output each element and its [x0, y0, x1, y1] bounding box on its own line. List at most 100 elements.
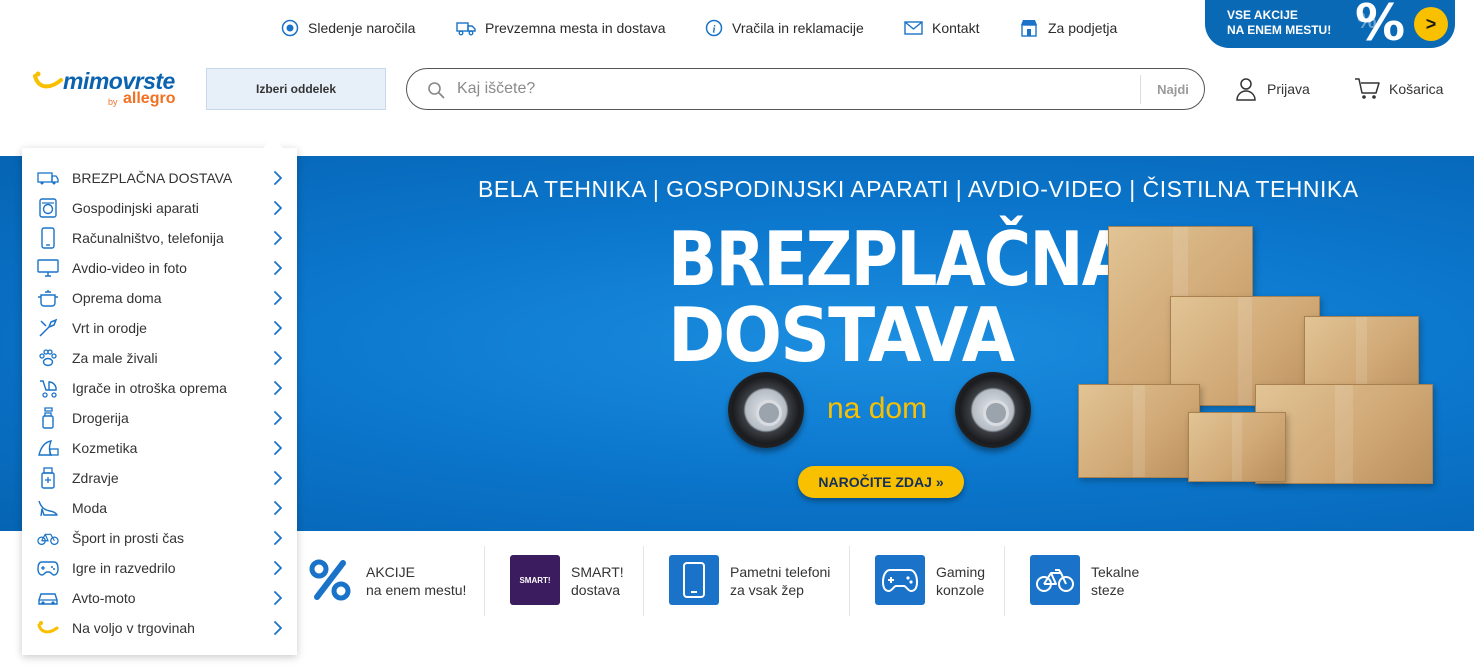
chevron-right-icon [273, 621, 283, 640]
chevron-right-icon [273, 381, 283, 400]
tile-smart-delivery[interactable]: SMART! SMART! dostava [510, 555, 624, 607]
box-image [1188, 412, 1286, 482]
store-logo-icon [37, 617, 59, 639]
search-button[interactable]: Najdi [1141, 69, 1205, 109]
chevron-right-icon [273, 261, 283, 280]
user-icon [1236, 78, 1256, 101]
promo-arrow-button[interactable]: > [1414, 7, 1448, 41]
sidebar-item-label: Drogerija [72, 410, 129, 426]
smartphone-icon [669, 555, 719, 605]
cart-link[interactable]: Košarica [1354, 76, 1443, 102]
sidebar-item-label: Za male živali [72, 350, 158, 366]
tile-gaming-consoles[interactable]: Gaming konzole [875, 555, 985, 607]
sidebar-item-label: Vrt in orodje [72, 320, 147, 336]
pot-icon [37, 287, 59, 309]
high-heel-icon [37, 497, 59, 519]
sidebar-item-label: Avdio-video in foto [72, 260, 187, 276]
car-icon [37, 587, 59, 609]
chevron-right-icon [273, 171, 283, 190]
chevron-right-icon [273, 531, 283, 550]
tile-deals-line2: na enem mestu! [366, 582, 467, 598]
bicycle-icon [1030, 555, 1080, 605]
sidebar-item-monitor[interactable]: Avdio-video in foto [22, 253, 297, 283]
tools-icon [37, 317, 59, 339]
sidebar-item-pot[interactable]: Oprema doma [22, 283, 297, 313]
tile-smartphones[interactable]: Pametni telefoni za vsak žep [669, 555, 830, 607]
gamepad-icon [37, 557, 59, 579]
for-business-label: Za podjetja [1048, 20, 1118, 36]
sidebar-item-label: Gospodinjski aparati [72, 200, 199, 216]
paw-icon [37, 347, 59, 369]
tile-gaming-line2: konzole [936, 582, 985, 598]
tile-deals-line1: AKCIJE [366, 564, 416, 580]
sidebar-item-car[interactable]: Avto-moto [22, 583, 297, 613]
target-icon [281, 19, 299, 37]
sidebar-item-high-heel[interactable]: Moda [22, 493, 297, 523]
select-department-button[interactable]: Izberi oddelek [206, 68, 386, 110]
sidebar-item-gamepad[interactable]: Igre in razvedrilo [22, 553, 297, 583]
returns-label: Vračila in reklamacije [732, 20, 864, 36]
chevron-right-icon [273, 411, 283, 430]
login-label: Prijava [1267, 81, 1310, 97]
logo-swoosh-icon [33, 71, 63, 89]
box-image [1078, 384, 1200, 478]
order-now-button[interactable]: NAROČITE ZDAJ » [798, 466, 964, 498]
tile-separator [643, 546, 644, 616]
cosmetics-icon [37, 437, 59, 459]
sidebar-item-label: Kozmetika [72, 440, 138, 456]
sidebar-item-label: Moda [72, 500, 108, 516]
phone-icon [37, 227, 59, 249]
chevron-right-icon [273, 441, 283, 460]
sidebar-item-cosmetics[interactable]: Kozmetika [22, 433, 297, 463]
sidebar-item-tools[interactable]: Vrt in orodje [22, 313, 297, 343]
percent-icon [305, 555, 355, 605]
tile-deals[interactable]: AKCIJE na enem mestu! [305, 555, 466, 607]
contact-link[interactable]: Kontakt [904, 17, 979, 39]
returns-link[interactable]: i Vračila in reklamacije [705, 17, 864, 39]
pickup-delivery-link[interactable]: Prevzemna mesta in dostava [456, 17, 666, 39]
tile-treadmills-line2: steze [1091, 582, 1125, 598]
sidebar-item-label: Oprema doma [72, 290, 162, 306]
chevron-right-icon [273, 231, 283, 250]
pickup-delivery-label: Prevzemna mesta in dostava [485, 20, 666, 36]
sidebar-item-bicycle[interactable]: Šport in prosti čas [22, 523, 297, 553]
sidebar-item-label: Avto-moto [72, 590, 136, 606]
dropdown-caret [263, 138, 283, 148]
svg-text:i: i [712, 24, 716, 36]
sidebar-item-spray-bottle[interactable]: Drogerija [22, 403, 297, 433]
top-navigation: Sledenje naročila Prevzemna mesta in dos… [0, 0, 1474, 56]
tile-smart-line2: dostava [571, 582, 621, 598]
sidebar-item-washing-machine[interactable]: Gospodinjski aparati [22, 193, 297, 223]
tile-smart-line1: SMART! [571, 564, 624, 580]
sidebar-item-paw[interactable]: Za male živali [22, 343, 297, 373]
logo-by: by [108, 97, 118, 107]
all-deals-promo-banner[interactable]: VSE AKCIJE NA ENEM MESTU! % % > [1205, 0, 1455, 48]
tile-treadmills[interactable]: Tekalne steze [1030, 555, 1139, 607]
hero-headline-2: DOSTAVA [668, 291, 1015, 379]
hero-subline: na dom [827, 392, 928, 425]
sidebar-item-label: Na voljo v trgovinah [72, 620, 195, 636]
chevron-right-icon [273, 591, 283, 610]
monitor-icon [37, 257, 59, 279]
for-business-link[interactable]: Za podjetja [1019, 17, 1117, 39]
stroller-icon [37, 377, 59, 399]
sidebar-item-stroller[interactable]: Igrače in otroška oprema [22, 373, 297, 403]
login-link[interactable]: Prijava [1234, 76, 1310, 102]
spray-bottle-icon [37, 407, 59, 429]
sidebar-item-pill-bottle[interactable]: Zdravje [22, 463, 297, 493]
site-logo[interactable]: mimovrste by allegro [33, 68, 183, 112]
truck-icon [456, 22, 476, 36]
track-order-link[interactable]: Sledenje naročila [281, 17, 415, 39]
free-delivery-icon [37, 167, 59, 189]
sidebar-item-store-logo[interactable]: Na voljo v trgovinah [22, 613, 297, 643]
promo-text: VSE AKCIJE NA ENEM MESTU! [1227, 8, 1331, 38]
tile-separator [484, 546, 485, 616]
sidebar-item-free-delivery[interactable]: BREZPLAČNA DOSTAVA [22, 163, 297, 193]
search-input[interactable] [457, 77, 1127, 101]
envelope-icon [904, 21, 923, 35]
smart-badge-icon: SMART! [510, 555, 560, 605]
tile-separator [849, 546, 850, 616]
chevron-right-icon [273, 201, 283, 220]
sidebar-item-phone[interactable]: Računalništvo, telefonija [22, 223, 297, 253]
smart-badge-text: SMART! [519, 575, 551, 585]
